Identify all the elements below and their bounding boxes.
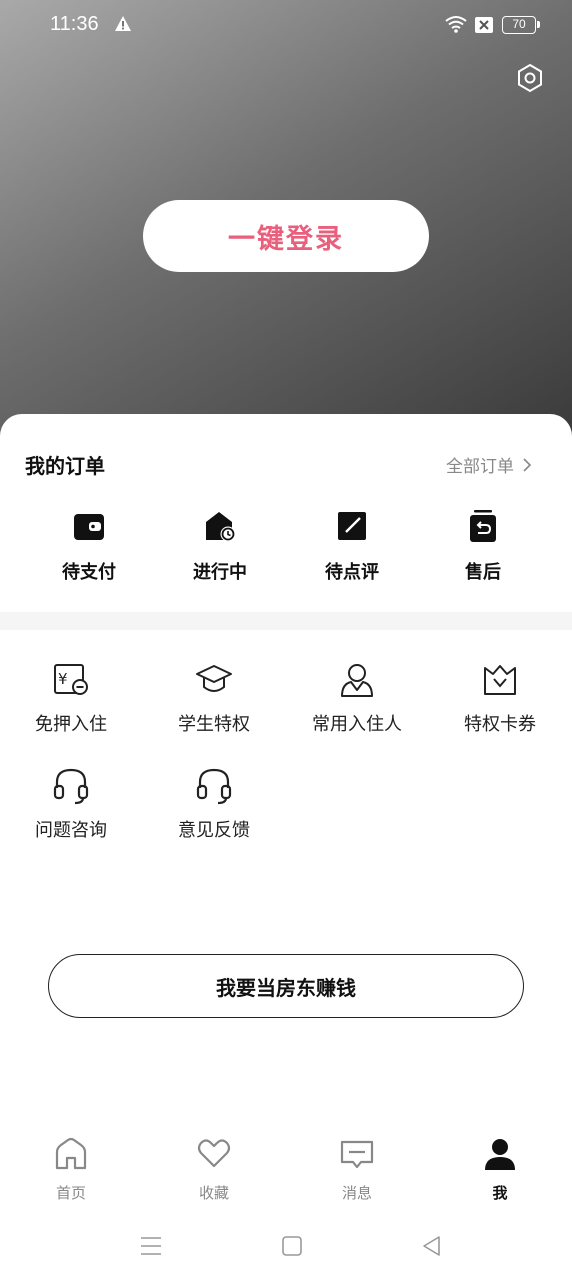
house-clock-icon [206, 512, 236, 542]
service-label: 常用入住人 [312, 714, 402, 735]
tab-label: 收藏 [198, 1184, 229, 1202]
tab-messages[interactable]: 消息 [307, 1136, 407, 1203]
headset-icon [53, 768, 89, 805]
system-navigation-bar [0, 1226, 572, 1266]
one-click-login-button[interactable]: 一键登录 [143, 200, 429, 272]
menu-icon[interactable] [139, 1234, 163, 1258]
tab-label: 消息 [341, 1184, 372, 1202]
user-icon [485, 1139, 515, 1170]
wifi-icon [445, 16, 467, 33]
order-label: 待支付 [62, 562, 116, 583]
service-label: 问题咨询 [35, 820, 107, 841]
service-label: 学生特权 [178, 714, 250, 735]
bottom-tab-bar: 首页 收藏 消息 我 [0, 1136, 572, 1216]
order-to-review[interactable]: 待点评 [297, 508, 407, 584]
status-time: 11:36 [50, 13, 99, 35]
service-feedback[interactable]: 意见反馈 [143, 766, 285, 842]
wallet-icon [74, 514, 104, 540]
settings-icon[interactable] [514, 62, 546, 94]
all-orders-label: 全部订单 [446, 457, 514, 477]
sim-disabled-icon [475, 17, 493, 33]
crown-voucher-icon [484, 665, 516, 695]
chevron-right-icon [523, 457, 532, 472]
graduation-cap-icon [196, 665, 232, 692]
order-pending-payment[interactable]: 待支付 [34, 508, 144, 584]
tab-me[interactable]: 我 [450, 1136, 550, 1203]
order-in-progress[interactable]: 进行中 [165, 508, 275, 584]
service-label: 特权卡券 [464, 714, 536, 735]
service-label: 意见反馈 [178, 820, 250, 841]
service-deposit-free[interactable]: ¥ 免押入住 [0, 660, 142, 736]
back-triangle-icon[interactable] [420, 1234, 444, 1258]
service-privilege-vouchers[interactable]: 特权卡券 [429, 660, 571, 736]
message-icon [340, 1140, 374, 1169]
all-orders-link[interactable]: 全部订单 [446, 452, 532, 477]
order-label: 售后 [465, 562, 501, 583]
deposit-free-icon: ¥ [54, 664, 88, 695]
edit-square-icon [338, 512, 366, 540]
section-divider [0, 612, 572, 630]
svg-text:¥: ¥ [58, 670, 68, 688]
tab-favorites[interactable]: 收藏 [164, 1136, 264, 1203]
battery-icon: 70 [502, 16, 540, 34]
person-icon [341, 664, 373, 697]
become-landlord-button[interactable]: 我要当房东赚钱 [48, 954, 524, 1018]
order-label: 待点评 [325, 562, 379, 583]
service-label: 免押入住 [35, 714, 107, 735]
order-label: 进行中 [193, 562, 247, 583]
heart-icon [197, 1139, 231, 1168]
service-student[interactable]: 学生特权 [143, 660, 285, 736]
tab-label: 我 [492, 1184, 508, 1202]
headset-icon [196, 768, 232, 805]
warning-icon [115, 16, 131, 31]
tab-home[interactable]: 首页 [21, 1136, 121, 1203]
order-after-sales[interactable]: 售后 [428, 508, 538, 584]
home-icon [55, 1137, 87, 1170]
return-bag-icon [470, 510, 496, 542]
tab-label: 首页 [55, 1184, 86, 1202]
home-square-icon[interactable] [280, 1234, 304, 1258]
service-consultation[interactable]: 问题咨询 [0, 766, 142, 842]
service-frequent-guests[interactable]: 常用入住人 [286, 660, 428, 736]
status-bar: 11:36 70 [0, 0, 572, 52]
my-orders-title: 我的订单 [25, 454, 105, 478]
